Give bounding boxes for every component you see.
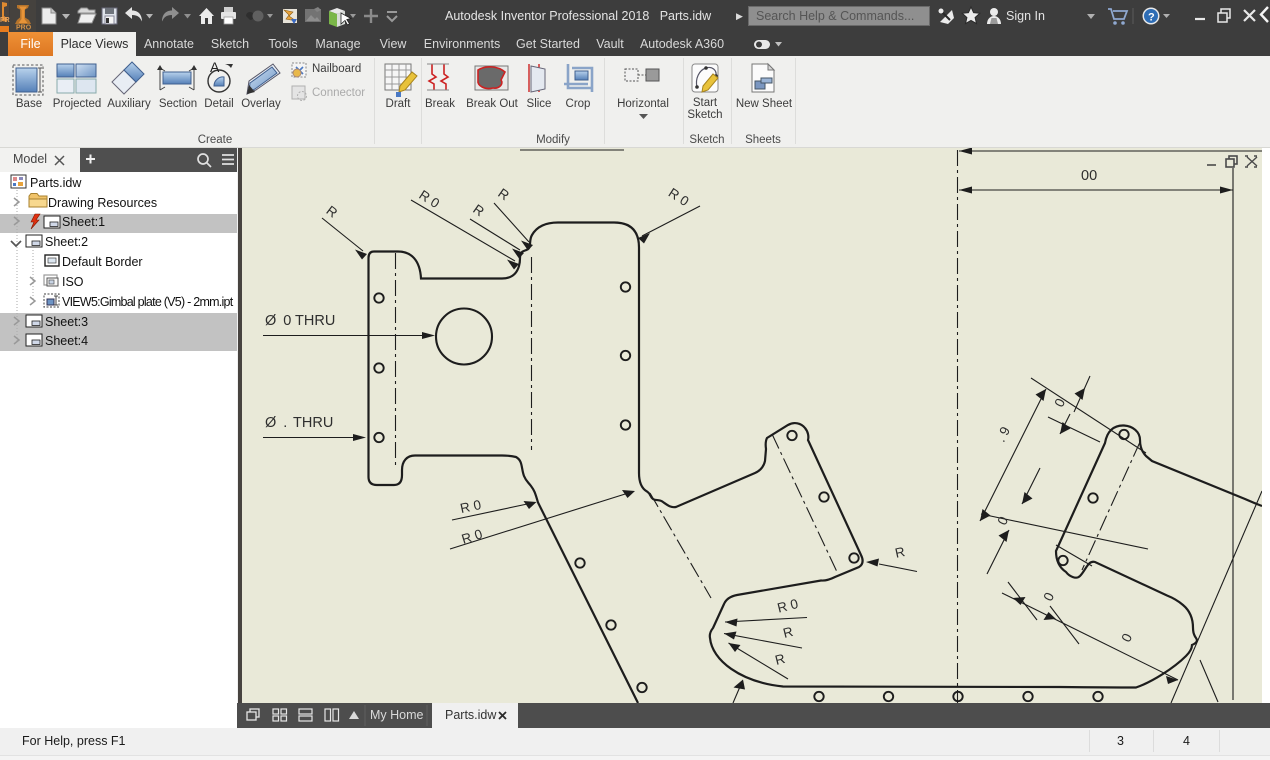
svg-text:0: 0 xyxy=(994,514,1011,528)
svg-text:. 9: . 9 xyxy=(993,424,1013,444)
svg-text:R: R xyxy=(773,651,786,668)
svg-text:R: R xyxy=(495,185,512,203)
svg-text:PRO: PRO xyxy=(16,25,32,32)
svg-text:A: A xyxy=(210,59,220,75)
svg-text:?: ? xyxy=(1148,12,1155,24)
svg-text:R 0: R 0 xyxy=(416,187,442,211)
svg-text:R: R xyxy=(781,624,794,641)
svg-text:00: 00 xyxy=(1081,168,1097,184)
svg-text:R: R xyxy=(470,201,487,219)
svg-text:R 0: R 0 xyxy=(460,526,484,546)
svg-text:0: 0 xyxy=(1118,631,1135,645)
svg-text:R 0: R 0 xyxy=(776,596,800,616)
svg-text:R: R xyxy=(894,544,907,561)
svg-text:0: 0 xyxy=(1040,590,1057,604)
svg-text:R 0: R 0 xyxy=(459,497,483,516)
svg-text:PR: PR xyxy=(0,17,10,24)
svg-text:R 0: R 0 xyxy=(666,185,692,209)
svg-text:Ø . THRU: Ø . THRU xyxy=(265,415,333,431)
svg-text:Ø 0 THRU: Ø 0 THRU xyxy=(265,313,335,329)
svg-text:0: 0 xyxy=(1051,396,1068,410)
svg-text:R: R xyxy=(323,203,340,221)
